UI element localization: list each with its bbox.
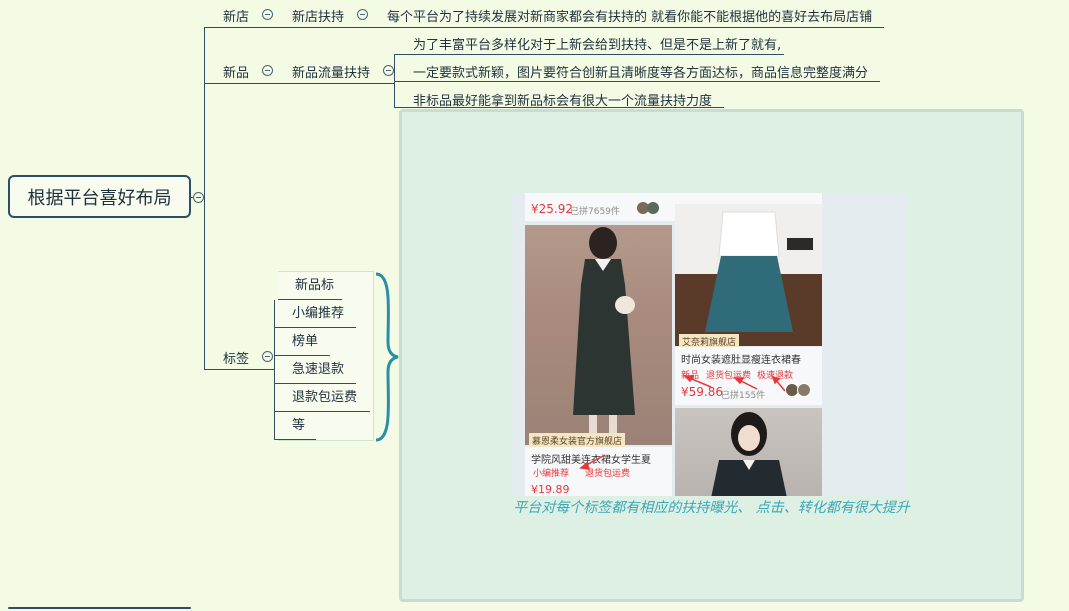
root-label: 根据平台喜好布局 [27,187,172,209]
branch-tags-line [204,369,274,370]
new-product-note-1[interactable]: 为了丰富平台多样化对于上新会给到扶持、但是不是上新了就有, [413,34,781,53]
tag-item-etc[interactable]: 等 [274,412,316,440]
root-collapse-toggle[interactable] [193,192,204,203]
new-store-note[interactable]: 每个平台为了持续发展对新商家都会有扶持的 就看你能不能根据他的喜好去布局店铺 [387,6,872,25]
branch-new-product-label[interactable]: 新品 [223,62,249,81]
tag-item-new-product[interactable]: 新品标 [278,272,342,300]
new-product-collapse-toggle[interactable] [262,65,273,76]
tags-brace-icon [375,272,399,442]
new-store-support-label[interactable]: 新店扶持 [292,6,344,25]
new-product-traffic-label[interactable]: 新品流量扶持 [292,62,370,81]
branch-new-store-line [204,27,884,28]
tag-item-fast-refund[interactable]: 急速退款 [274,356,356,384]
root-trunk [204,27,205,369]
new-store-support-collapse-toggle[interactable] [357,9,368,20]
branch-tags-label[interactable]: 标签 [223,348,249,367]
bottom-partial-node [8,607,191,609]
note2-underline [394,81,880,82]
tag-item-free-return-shipping[interactable]: 退款包运费 [274,384,370,412]
new-product-note-2[interactable]: 一定要款式新颖，图片要符合创新且清晰度等各方面达标，商品信息完整度满分 [413,62,868,81]
branch-new-product-line [204,83,394,84]
root-node[interactable]: 根据平台喜好布局 [8,175,191,218]
new-store-collapse-toggle[interactable] [262,9,273,20]
branch-new-store-label[interactable]: 新店 [223,6,249,25]
note1-underline [394,54,784,55]
annotation-arrows [579,375,786,470]
tags-collapse-toggle[interactable] [262,351,273,362]
new-product-traffic-collapse-toggle[interactable] [383,65,394,76]
product-screenshot: ¥25.92 已拼7659件 慕恩柔女装官方旗舰店 学院风甜美连衣裙女学生夏 小… [511,193,908,496]
image-caption: 平台对每个标签都有相应的扶持曝光、 点击、转化都有很大提升 [513,500,910,516]
tag-item-ranking[interactable]: 榜单 [274,328,330,356]
tag-item-editor-pick[interactable]: 小编推荐 [274,300,356,328]
new-product-note-3[interactable]: 非标品最好能拿到新品标会有很大一个流量扶持力度 [413,90,712,109]
